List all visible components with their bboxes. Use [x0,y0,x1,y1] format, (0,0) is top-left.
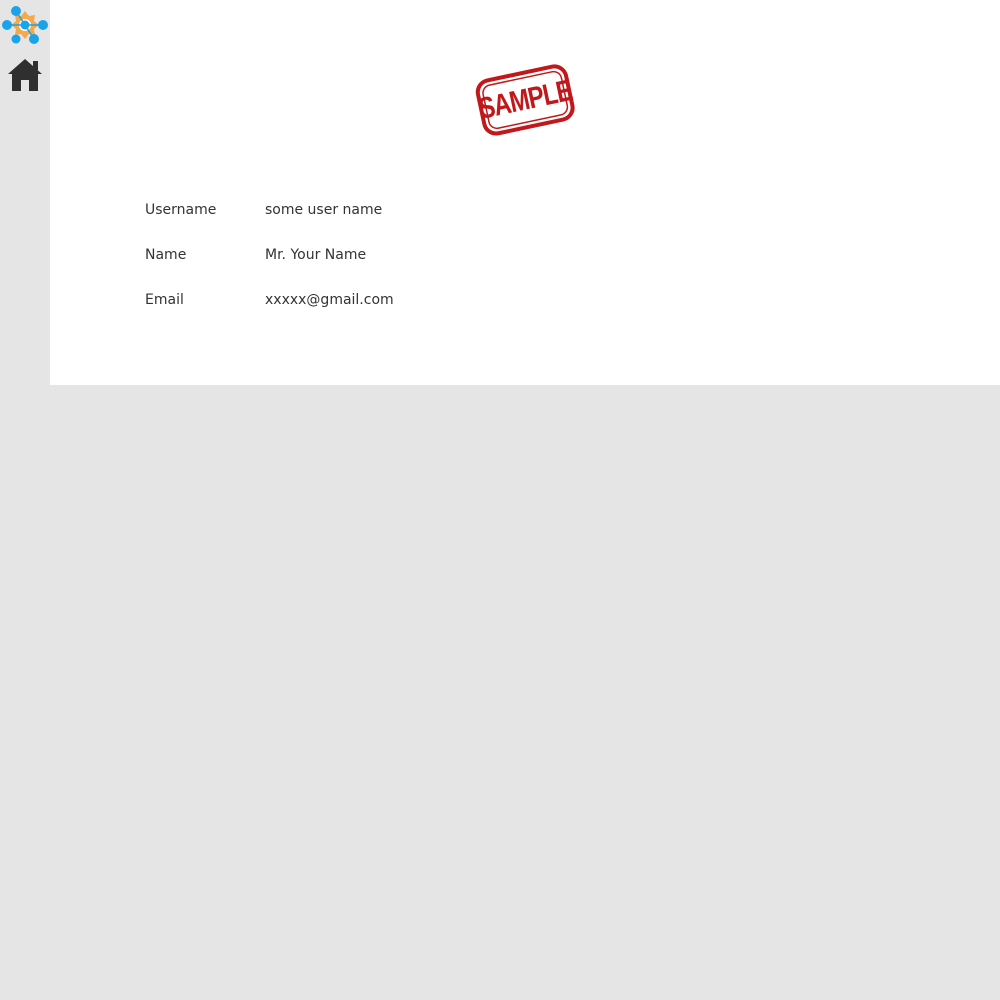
email-label: Email [145,292,184,308]
profile-card: SAMPLE Username some user name Name Mr. … [50,0,1000,385]
network-gear-logo-icon[interactable] [2,3,48,47]
username-value: some user name [265,202,383,218]
home-icon[interactable] [7,57,43,93]
username-label: Username [145,202,217,218]
sidebar [0,0,50,1000]
email-value: xxxxx@gmail.com [265,292,394,308]
name-label: Name [145,247,187,263]
sample-stamp-icon: SAMPLE [475,64,575,136]
name-value: Mr. Your Name [265,247,367,263]
